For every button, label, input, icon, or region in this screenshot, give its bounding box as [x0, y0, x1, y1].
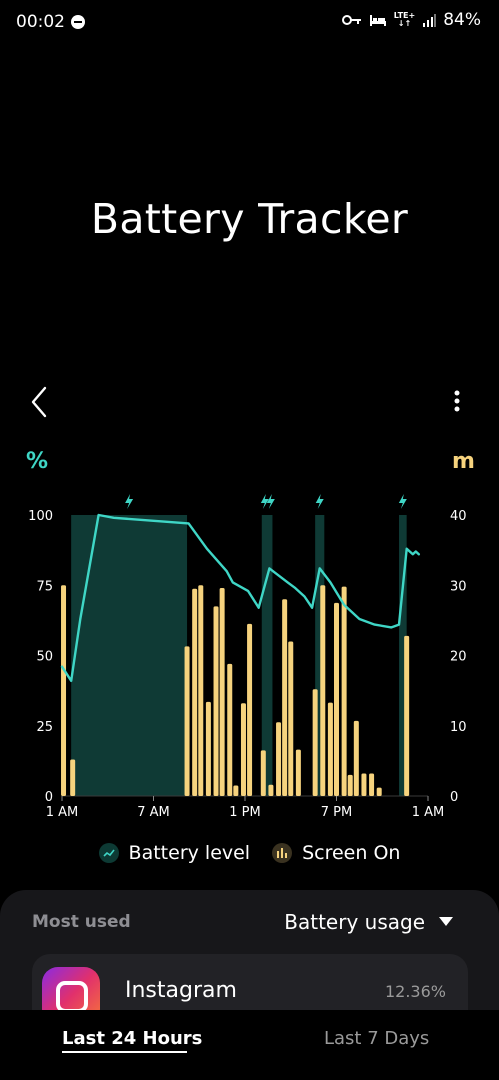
app-name: Instagram [125, 978, 237, 1003]
chart-legend: Battery level Screen On [0, 842, 499, 864]
app-usage-row[interactable]: Instagram 12.36% [32, 954, 468, 1014]
battery-chart-svg: % m 10075502504030201001 AM 7 AM 1 PM 7 PM 1… [26, 449, 475, 820]
screen-on-bar [268, 784, 274, 796]
x-axis-tick-label: 1 AM [46, 805, 79, 820]
left-axis-tick-label: 25 [36, 720, 53, 735]
charging-bolt-icon [260, 494, 269, 509]
charging-bolt-icon [398, 494, 407, 509]
screen-on-bar [61, 585, 67, 796]
bed-icon [369, 15, 386, 26]
x-axis-tick-label: 7 AM [137, 805, 170, 820]
screen-on-bar [260, 750, 266, 796]
right-axis-tick-label: 0 [450, 790, 458, 805]
screen-on-bar [247, 623, 253, 796]
screen-on-bar [184, 646, 190, 796]
screen-on-bar [198, 585, 204, 796]
screen-on-bar [320, 585, 326, 796]
vpn-key-icon [341, 15, 361, 25]
status-time: 00:02 [16, 12, 65, 32]
screen-on-bar [192, 588, 198, 796]
back-arrow-icon [31, 386, 47, 418]
charging-period-band [71, 515, 188, 796]
legend-battery-level[interactable]: Battery level [98, 842, 251, 864]
screen-on-bar [288, 641, 294, 796]
right-axis-tick-label: 40 [450, 509, 467, 524]
screen-on-bar [353, 720, 359, 796]
screen-on-bar [219, 588, 225, 796]
most-used-label: Most used [32, 912, 131, 932]
more-dot [454, 390, 460, 396]
more-options-button[interactable] [445, 386, 469, 418]
x-axis-tick-label: 7 PM [321, 805, 352, 820]
bar-chart-icon [272, 843, 293, 863]
page-title: Battery Tracker [90, 195, 409, 243]
screen-on-bar [327, 702, 333, 796]
back-button[interactable] [24, 384, 56, 420]
battery-percent: 84% [443, 10, 481, 30]
screen-on-bar [227, 663, 233, 796]
screen-on-bar [70, 759, 76, 796]
screen-on-bar [347, 774, 353, 796]
left-axis-tick-label: 0 [45, 790, 53, 805]
left-unit-label: % [26, 449, 48, 474]
screen-on-bar [312, 689, 318, 796]
screen-on-bar [334, 602, 339, 796]
dropdown-caret-icon [439, 917, 453, 926]
screen-on-bar [233, 785, 239, 796]
charging-bolt-icon [125, 494, 134, 509]
battery-chart: % m 100 75 50 25 0 40 30 20 10 0 1 AM 7 AM 1 PM 7 PM 1… [0, 440, 499, 830]
status-icons: LTE+ ↓↑ 84% [341, 10, 481, 30]
more-dot [454, 406, 460, 412]
screen-on-bar [276, 722, 282, 796]
tab-last-7-days[interactable]: Last 7 Days [324, 1028, 429, 1049]
right-axis-tick-label: 30 [450, 579, 467, 594]
screen-on-bar [282, 599, 288, 796]
status-bar: 00:02 LTE+ ↓↑ 84% [0, 0, 499, 46]
screen-on-bar [205, 701, 211, 796]
right-unit-label: m [452, 449, 475, 474]
screen-on-bar [213, 606, 219, 796]
active-tab-indicator [62, 1051, 187, 1053]
left-axis-tick-label: 75 [36, 579, 53, 594]
charging-bolt-icon [266, 494, 275, 509]
screen-on-bar [295, 749, 301, 796]
x-axis-tick-label: 1 AM [412, 805, 445, 820]
screen-on-bar [376, 787, 382, 796]
signal-icon [423, 14, 437, 27]
screen-on-bar [361, 773, 367, 796]
charging-bolt-icon [315, 494, 324, 509]
screen-on-bar [341, 586, 347, 796]
lte-icon: LTE+ ↓↑ [393, 11, 416, 28]
left-axis-tick-label: 50 [36, 650, 53, 665]
trend-line-icon [98, 843, 119, 863]
screen-on-bar [369, 773, 375, 796]
do-not-disturb-icon [71, 15, 85, 29]
legend-battery-label: Battery level [128, 842, 251, 864]
screen-on-bar [240, 703, 246, 796]
sort-dropdown-label[interactable]: Battery usage [284, 910, 425, 934]
instagram-icon [42, 967, 100, 1014]
right-axis-tick-label: 20 [450, 650, 467, 665]
more-dot [454, 398, 460, 404]
left-axis-tick-label: 100 [28, 509, 53, 524]
tab-last-24-hours[interactable]: Last 24 Hours [62, 1028, 202, 1049]
right-axis-tick-label: 10 [450, 720, 467, 735]
x-axis-tick-label: 1 PM [229, 805, 260, 820]
screen-on-bar [404, 635, 410, 796]
app-usage-percent: 12.36% [384, 982, 446, 1001]
legend-screen-on[interactable]: Screen On [272, 842, 400, 864]
legend-screen-label: Screen On [302, 842, 401, 864]
